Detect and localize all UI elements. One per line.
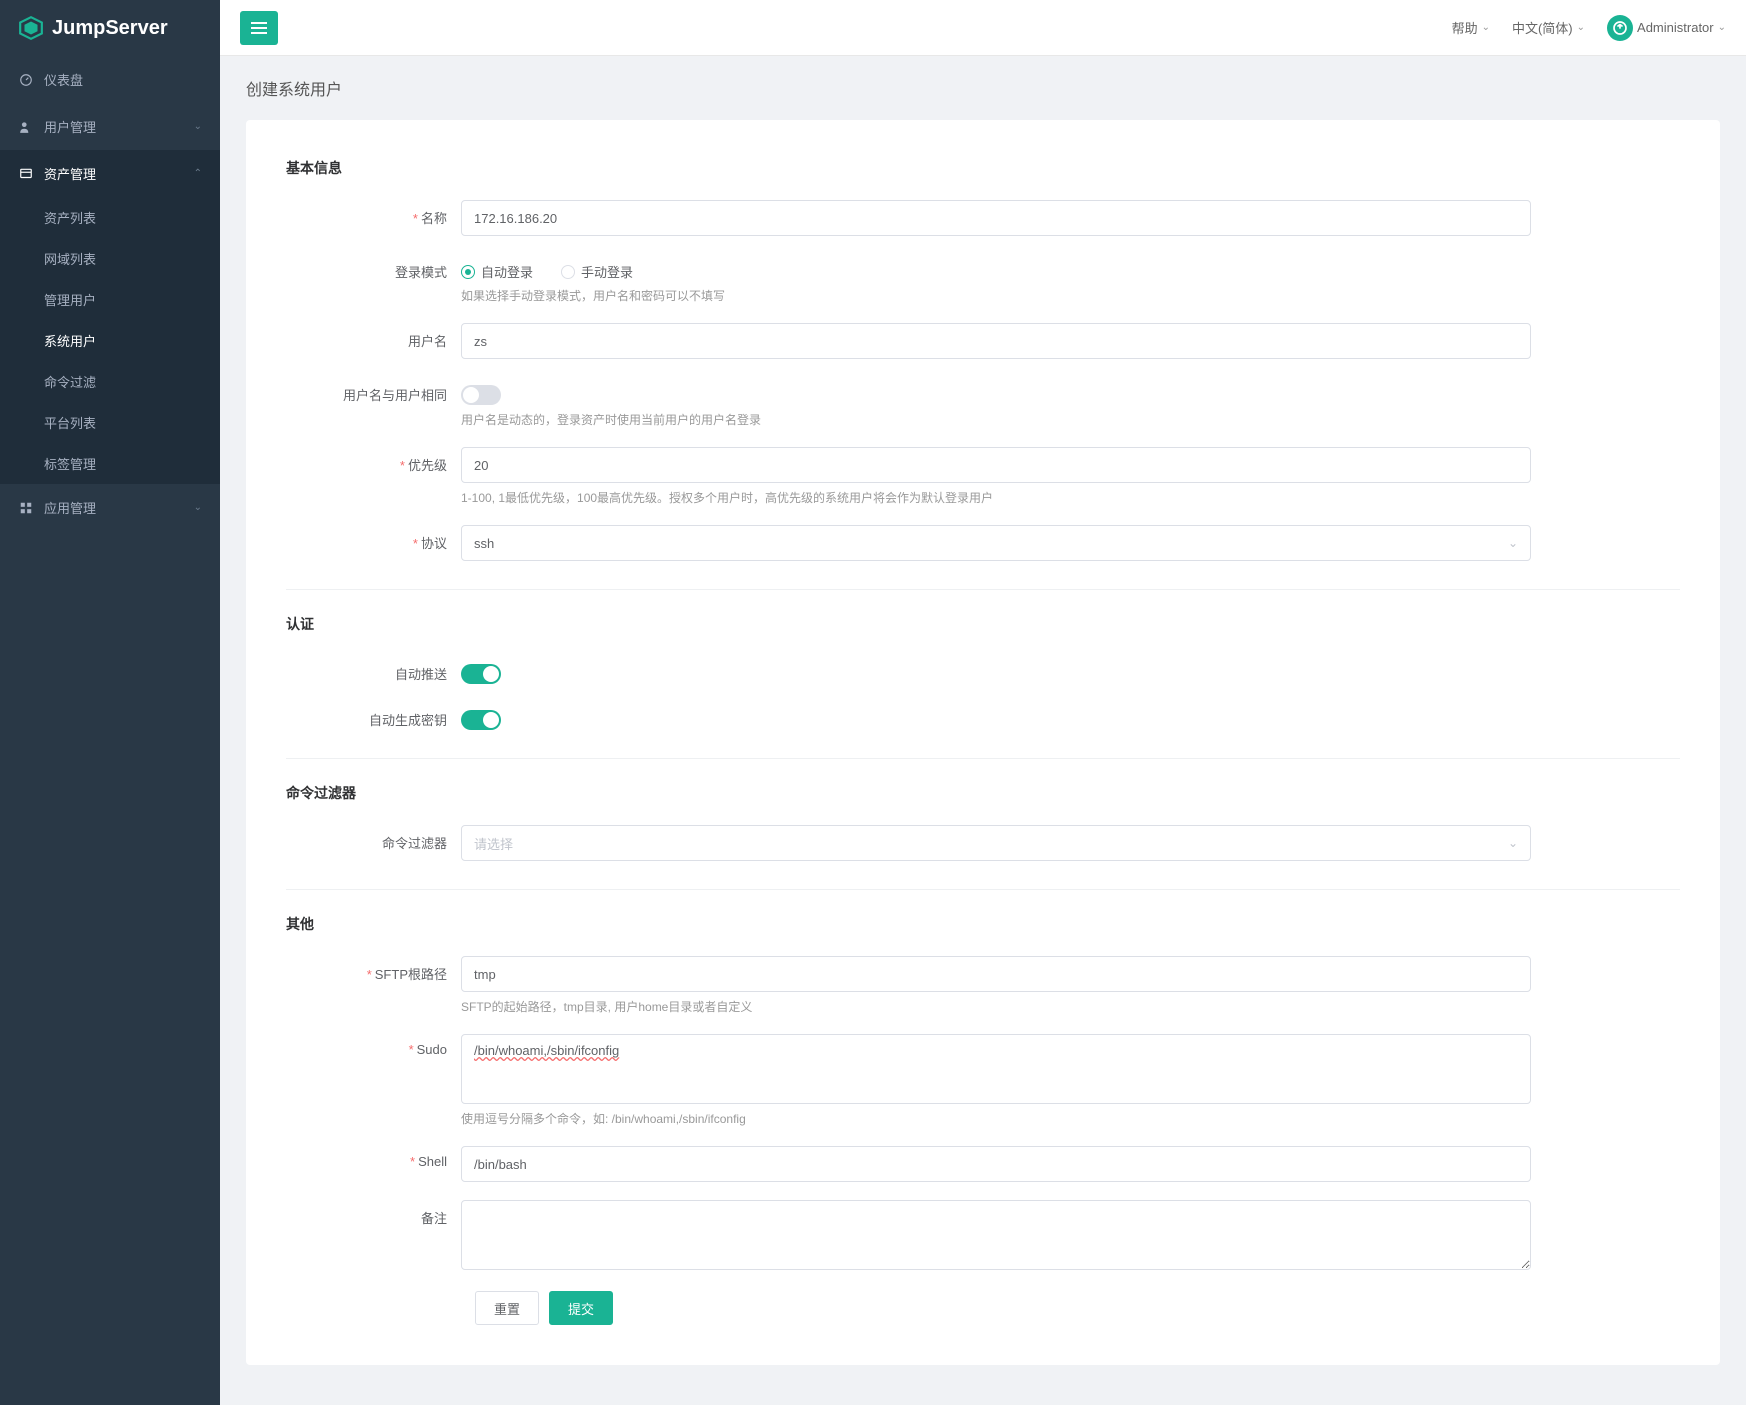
asset-icon: [18, 166, 34, 182]
label-comment: 备注: [286, 1200, 461, 1227]
dashboard-icon: [18, 72, 34, 88]
radio-icon: [561, 265, 575, 279]
label-name: *名称: [286, 200, 461, 227]
auto-push-switch[interactable]: [461, 664, 501, 684]
logo-text: JumpServer: [52, 17, 168, 40]
help-priority: 1-100, 1最低优先级，100最高优先级。授权多个用户时，高优先级的系统用户…: [461, 489, 1531, 507]
sudo-textarea[interactable]: /bin/whoami,/sbin/ifconfig: [461, 1034, 1531, 1104]
label-shell: *Shell: [286, 1146, 461, 1169]
section-cmd-filter: 命令过滤器: [286, 783, 1680, 803]
nav-label: 用户管理: [44, 117, 96, 136]
label-sftp-root: *SFTP根路径: [286, 956, 461, 983]
comment-textarea[interactable]: [461, 1200, 1531, 1270]
divider: [286, 889, 1680, 890]
label-priority: *优先级: [286, 447, 461, 474]
chevron-down-icon: ⌄: [1508, 836, 1518, 850]
user-menu[interactable]: Administrator⌄: [1607, 15, 1726, 41]
users-icon: [18, 119, 34, 135]
username-input[interactable]: [461, 323, 1531, 359]
sftp-root-input[interactable]: [461, 956, 1531, 992]
nav-dashboard[interactable]: 仪表盘: [0, 56, 220, 103]
divider: [286, 758, 1680, 759]
subnav-asset-list[interactable]: 资产列表: [0, 197, 220, 238]
section-basic: 基本信息: [286, 158, 1680, 178]
language-menu[interactable]: 中文(简体)⌄: [1512, 18, 1585, 37]
label-sudo: *Sudo: [286, 1034, 461, 1057]
chevron-down-icon: ⌄: [1508, 536, 1518, 550]
priority-input[interactable]: [461, 447, 1531, 483]
radio-icon: [461, 265, 475, 279]
sidebar-toggle-button[interactable]: [240, 11, 278, 45]
nav-label: 资产管理: [44, 164, 96, 183]
divider: [286, 589, 1680, 590]
help-sudo: 使用逗号分隔多个命令，如: /bin/whoami,/sbin/ifconfig: [461, 1110, 1531, 1128]
logo-icon: [18, 15, 44, 41]
label-username-same: 用户名与用户相同: [286, 377, 461, 404]
label-login-mode: 登录模式: [286, 254, 461, 281]
label-protocol: *协议: [286, 525, 461, 552]
avatar: [1607, 15, 1633, 41]
radio-auto-login[interactable]: 自动登录: [461, 262, 533, 281]
protocol-select[interactable]: ssh ⌄: [461, 525, 1531, 561]
submit-button[interactable]: 提交: [549, 1291, 613, 1325]
hamburger-icon: [251, 22, 267, 34]
subnav-cmd-filter[interactable]: 命令过滤: [0, 361, 220, 402]
page-title: 创建系统用户: [220, 56, 1746, 120]
chevron-down-icon: ⌄: [1577, 22, 1585, 33]
radio-manual-login[interactable]: 手动登录: [561, 262, 633, 281]
nav-label: 应用管理: [44, 498, 96, 517]
nav-asset-mgmt[interactable]: 资产管理 ⌃: [0, 150, 220, 197]
chevron-down-icon: ⌄: [1482, 22, 1490, 33]
grid-icon: [18, 500, 34, 516]
nav-user-mgmt[interactable]: 用户管理 ⌄: [0, 103, 220, 150]
form-card: 基本信息 *名称 登录模式 自动登录 手动登录 如果选择手动登录模式，用户名和密…: [246, 120, 1720, 1365]
shell-input[interactable]: [461, 1146, 1531, 1182]
nav-app-mgmt[interactable]: 应用管理 ⌄: [0, 484, 220, 531]
help-menu[interactable]: 帮助⌄: [1452, 18, 1490, 37]
chevron-down-icon: ⌄: [194, 502, 202, 513]
auto-gen-key-switch[interactable]: [461, 710, 501, 730]
sidebar: JumpServer 仪表盘 用户管理 ⌄ 资产管理 ⌃: [0, 0, 220, 1405]
subnav-platform-list[interactable]: 平台列表: [0, 402, 220, 443]
reset-button[interactable]: 重置: [475, 1291, 539, 1325]
help-username-same: 用户名是动态的，登录资产时使用当前用户的用户名登录: [461, 411, 1531, 429]
label-auto-push: 自动推送: [286, 656, 461, 683]
name-input[interactable]: [461, 200, 1531, 236]
cmd-filter-select[interactable]: 请选择 ⌄: [461, 825, 1531, 861]
topbar: 帮助⌄ 中文(简体)⌄ Administrator⌄: [220, 0, 1746, 56]
subnav-label-mgmt[interactable]: 标签管理: [0, 443, 220, 484]
chevron-down-icon: ⌄: [1718, 22, 1726, 33]
help-login-mode: 如果选择手动登录模式，用户名和密码可以不填写: [461, 287, 1531, 305]
label-auto-gen-key: 自动生成密钥: [286, 702, 461, 729]
subnav-domain-list[interactable]: 网域列表: [0, 238, 220, 279]
chevron-up-icon: ⌃: [194, 168, 202, 179]
logo[interactable]: JumpServer: [0, 0, 220, 56]
label-username: 用户名: [286, 323, 461, 350]
username-same-switch[interactable]: [461, 385, 501, 405]
nav-label: 仪表盘: [44, 70, 202, 89]
subnav-admin-user[interactable]: 管理用户: [0, 279, 220, 320]
chevron-down-icon: ⌄: [194, 121, 202, 132]
help-sftp-root: SFTP的起始路径，tmp目录, 用户home目录或者自定义: [461, 998, 1531, 1016]
label-cmd-filter: 命令过滤器: [286, 825, 461, 852]
subnav-system-user[interactable]: 系统用户: [0, 320, 220, 361]
section-other: 其他: [286, 914, 1680, 934]
section-auth: 认证: [286, 614, 1680, 634]
